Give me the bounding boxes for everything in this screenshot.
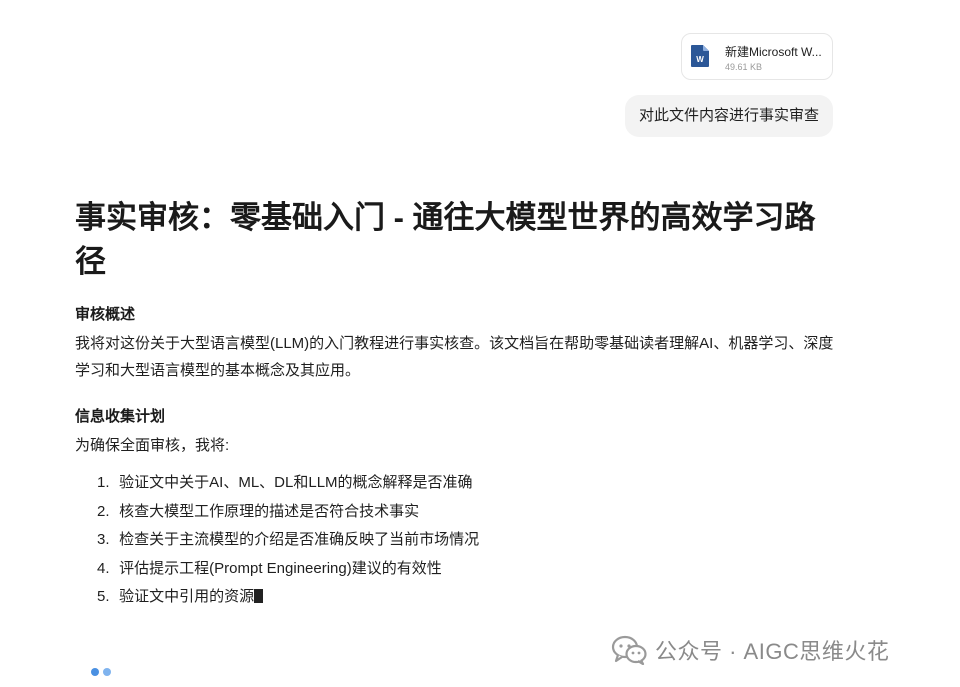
assistant-response: 事实审核：零基础入门 - 通往大模型世界的高效学习路径 审核概述 我将对这份关于… bbox=[75, 196, 835, 612]
list-item-text: 检查关于主流模型的介绍是否准确反映了当前市场情况 bbox=[119, 531, 480, 548]
watermark-text: 公众号 · AIGC思维火花 bbox=[655, 639, 890, 664]
attachment-card[interactable]: W 新建Microsoft W... 49.61 KB bbox=[681, 33, 833, 80]
plan-heading: 信息收集计划 bbox=[75, 408, 166, 425]
list-item-number: 5. bbox=[97, 588, 110, 605]
list-item: 2. 核查大模型工作原理的描述是否符合技术事实 bbox=[97, 498, 835, 527]
loading-dot bbox=[91, 668, 99, 676]
list-item-number: 3. bbox=[97, 531, 110, 548]
list-item-text: 验证文中引用的资源 bbox=[119, 588, 255, 605]
chat-page: W 新建Microsoft W... 49.61 KB 对此文件内容进行事实审查… bbox=[0, 0, 960, 687]
overview-heading: 审核概述 bbox=[75, 306, 136, 323]
list-item: 3. 检查关于主流模型的介绍是否准确反映了当前市场情况 bbox=[97, 526, 835, 555]
loading-dot bbox=[103, 668, 111, 676]
list-item: 4. 评估提示工程(Prompt Engineering)建议的有效性 bbox=[97, 555, 835, 584]
list-item-number: 4. bbox=[97, 559, 110, 577]
watermark: 公众号 · AIGC思维火花 bbox=[611, 634, 889, 666]
word-document-icon: W bbox=[691, 45, 709, 67]
typing-cursor bbox=[254, 589, 264, 603]
wechat-icon bbox=[611, 635, 647, 665]
plan-list: 1. 验证文中关于AI、ML、DL和LLM的概念解释是否准确 2. 核查大模型工… bbox=[75, 469, 835, 612]
overview-text: 我将对这份关于大型语言模型(LLM)的入门教程进行事实核查。该文档旨在帮助零基础… bbox=[75, 335, 834, 379]
list-item-text: 验证文中关于AI、ML、DL和LLM的概念解释是否准确 bbox=[119, 474, 473, 491]
loading-indicator bbox=[91, 663, 115, 676]
list-item: 5. 验证文中引用的资源 bbox=[97, 583, 835, 612]
attachment-file-name: 新建Microsoft W... bbox=[725, 45, 822, 59]
list-item-number: 2. bbox=[97, 502, 110, 520]
list-item-text: 评估提示工程(Prompt Engineering)建议的有效性 bbox=[119, 559, 442, 577]
plan-intro: 为确保全面审核，我将: bbox=[75, 437, 230, 454]
list-item-number: 1. bbox=[97, 474, 110, 491]
response-title: 事实审核：零基础入门 - 通往大模型世界的高效学习路径 bbox=[75, 200, 816, 279]
user-message-bubble: 对此文件内容进行事实审查 bbox=[624, 95, 833, 137]
svg-text:W: W bbox=[696, 55, 704, 64]
list-item: 1. 验证文中关于AI、ML、DL和LLM的概念解释是否准确 bbox=[97, 469, 835, 498]
attachment-file-size: 49.61 KB bbox=[725, 62, 763, 72]
list-item-text: 核查大模型工作原理的描述是否符合技术事实 bbox=[119, 502, 420, 520]
